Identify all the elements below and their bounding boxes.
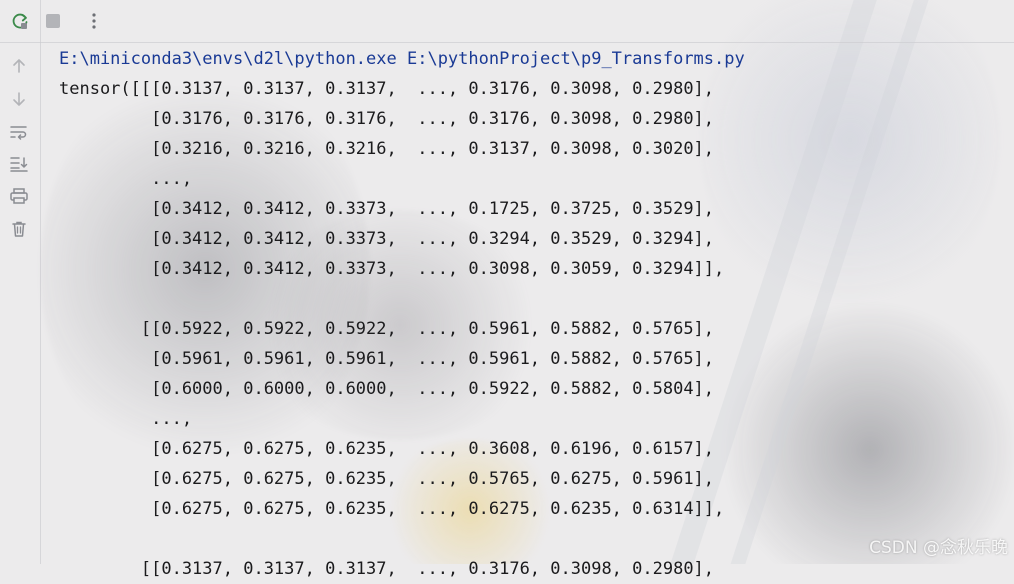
console-output-line: [0.5961, 0.5961, 0.5961, ..., 0.5961, 0.… bbox=[59, 349, 715, 369]
console-command-line: E:\miniconda3\envs\d2l\python.exe E:\pyt… bbox=[59, 49, 745, 69]
stop-icon[interactable] bbox=[41, 9, 65, 33]
watermark: CSDN @念秋乐晚 bbox=[869, 538, 1008, 558]
console-output-line: ..., bbox=[59, 169, 193, 189]
scroll-to-end-icon[interactable] bbox=[7, 152, 31, 176]
console-output-line: ..., bbox=[59, 409, 193, 429]
soft-wrap-icon[interactable] bbox=[7, 120, 31, 144]
console-output-line: [0.3412, 0.3412, 0.3373, ..., 0.3294, 0.… bbox=[59, 229, 715, 249]
console-output-line: [[0.5922, 0.5922, 0.5922, ..., 0.5961, 0… bbox=[59, 319, 715, 339]
console-output-line: [[0.3137, 0.3137, 0.3137, ..., 0.3176, 0… bbox=[59, 559, 715, 579]
run-toolbar-top bbox=[0, 0, 1014, 43]
clear-all-icon[interactable] bbox=[7, 217, 31, 241]
console-output-line: [0.3176, 0.3176, 0.3176, ..., 0.3176, 0.… bbox=[59, 109, 715, 129]
console-output-line: [0.6275, 0.6275, 0.6235, ..., 0.6275, 0.… bbox=[59, 499, 725, 519]
more-options-icon[interactable] bbox=[82, 9, 106, 33]
console-output[interactable]: E:\miniconda3\envs\d2l\python.exe E:\pyt… bbox=[59, 44, 745, 584]
scroll-up-icon[interactable] bbox=[7, 54, 31, 78]
console-output-line: [0.6000, 0.6000, 0.6000, ..., 0.5922, 0.… bbox=[59, 379, 715, 399]
run-toolbar-left bbox=[0, 0, 41, 564]
print-icon[interactable] bbox=[7, 184, 31, 208]
console-output-line: [0.3216, 0.3216, 0.3216, ..., 0.3137, 0.… bbox=[59, 139, 715, 159]
console-output-line: tensor([[[0.3137, 0.3137, 0.3137, ..., 0… bbox=[59, 79, 715, 99]
scroll-down-icon[interactable] bbox=[7, 87, 31, 111]
console-output-line: [0.3412, 0.3412, 0.3373, ..., 0.3098, 0.… bbox=[59, 259, 725, 279]
console-output-line: [0.6275, 0.6275, 0.6235, ..., 0.5765, 0.… bbox=[59, 469, 715, 489]
console-output-line: [0.6275, 0.6275, 0.6235, ..., 0.3608, 0.… bbox=[59, 439, 715, 459]
console-output-line: [0.3412, 0.3412, 0.3373, ..., 0.1725, 0.… bbox=[59, 199, 715, 219]
